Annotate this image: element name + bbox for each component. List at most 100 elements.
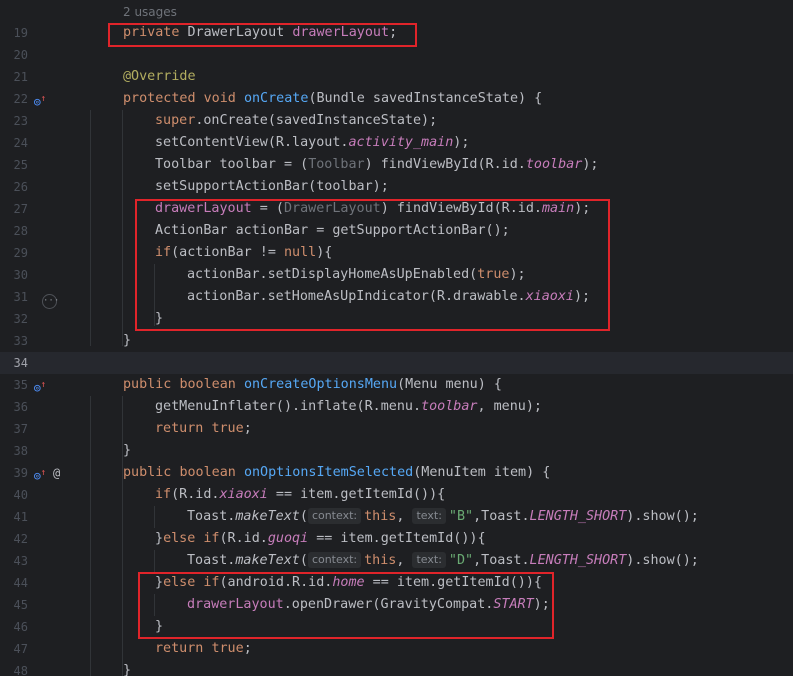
code-text[interactable]: setContentView(R.layout.activity_main); (155, 132, 793, 154)
line-number: 19 (13, 26, 28, 40)
code-text[interactable]: } (123, 330, 793, 352)
code-line[interactable]: 42 }else if(R.id.guoqi == item.getItemId… (0, 528, 793, 550)
code-part: , menu); (477, 399, 542, 414)
code-line[interactable]: 48 } (0, 660, 793, 676)
code-line[interactable]: 20 (0, 44, 793, 66)
field: activity_main (348, 135, 454, 150)
code-part: ); (453, 135, 470, 150)
param-hint: context: (307, 552, 362, 568)
code-text[interactable]: return true; (155, 638, 793, 660)
method-name: onCreate (243, 91, 309, 106)
override-icon[interactable]: ◎↑ (34, 462, 46, 484)
override-icon[interactable]: ◎↑ (34, 88, 46, 110)
static-method: makeText (235, 509, 300, 524)
code-text[interactable]: public boolean onOptionsItemSelected(Men… (123, 462, 793, 484)
annotation: @Override (123, 69, 196, 84)
code-text[interactable]: return true; (155, 418, 793, 440)
code-text[interactable]: Toast.makeText(context: this, text: "D",To… (187, 550, 793, 572)
method-name: onOptionsItemSelected (243, 465, 414, 480)
line-number: 29 (13, 246, 28, 260)
code-part: ( (299, 553, 308, 568)
line-number: 32 (13, 312, 28, 326)
line-number: 28 (13, 224, 28, 238)
keyword: public (123, 465, 172, 480)
code-part: Toolbar toolbar = ( (155, 157, 309, 172)
usages-hint[interactable]: 2 usages (123, 2, 177, 22)
code-editor[interactable]: 2 usages 19 private DrawerLayout drawerL… (0, 0, 793, 676)
keyword: boolean (179, 465, 236, 480)
code-part: Toast. (187, 553, 236, 568)
line-number: 47 (13, 642, 28, 656)
code-line[interactable]: 22 ◎↑ protected void onCreate(Bundle sav… (0, 88, 793, 110)
code-line[interactable]: 36 getMenuInflater().inflate(R.menu.tool… (0, 396, 793, 418)
static-method: makeText (235, 553, 300, 568)
keyword: return (155, 421, 204, 436)
code-text[interactable]: super.onCreate(savedInstanceState); (155, 110, 793, 132)
code-line[interactable]: 33 } (0, 330, 793, 352)
code-part: ; (243, 421, 252, 436)
code-part: ,Toast. (473, 553, 530, 568)
code-line[interactable]: 38 } (0, 440, 793, 462)
code-text[interactable]: if(R.id.xiaoxi == item.getItemId()){ (155, 484, 793, 506)
field: toolbar (525, 157, 583, 172)
code-line[interactable]: 43 Toast.makeText(context: this, text: "D"… (0, 550, 793, 572)
keyword: true (211, 421, 244, 436)
line-number: 39 (13, 466, 28, 480)
code-line[interactable]: 47 return true; (0, 638, 793, 660)
highlight-box-drawer-setup (135, 199, 610, 331)
code-part: == item.getItemId()){ (308, 531, 486, 546)
line-number: 34 (13, 356, 28, 370)
string-literal: "D" (448, 553, 474, 568)
line-number: 37 (13, 422, 28, 436)
static-field: LENGTH_SHORT (529, 509, 627, 524)
code-part: (R.id. (219, 531, 268, 546)
code-text[interactable]: setSupportActionBar(toolbar); (155, 176, 793, 198)
code-text[interactable]: getMenuInflater().inflate(R.menu.toolbar… (155, 396, 793, 418)
code-text[interactable]: }else if(R.id.guoqi == item.getItemId())… (155, 528, 793, 550)
highlight-box-home-handler (138, 572, 554, 639)
line-number: 20 (13, 48, 28, 62)
line-number: 43 (13, 554, 28, 568)
line-number: 25 (13, 158, 28, 172)
code-line[interactable]: 23 super.onCreate(savedInstanceState); (0, 110, 793, 132)
line-number: 46 (13, 620, 28, 634)
line-number: 21 (13, 70, 28, 84)
line-number: 23 (13, 114, 28, 128)
code-line[interactable]: 39 ◎↑ @ public boolean onOptionsItemSele… (0, 462, 793, 484)
string-literal: "B" (448, 509, 474, 524)
code-part: getMenuInflater().inflate(R.menu. (155, 399, 422, 414)
field: toolbar (421, 399, 478, 414)
code-rest: .onCreate(savedInstanceState); (195, 113, 438, 128)
override-icon[interactable]: ◎↑ (34, 374, 46, 396)
code-part: ); (582, 157, 599, 172)
keyword: if (155, 487, 172, 502)
code-text[interactable]: public boolean onCreateOptionsMenu(Menu … (123, 374, 793, 396)
code-line[interactable]: 21 @Override (0, 66, 793, 88)
redundant-cast: Toolbar (308, 157, 365, 172)
code-text[interactable]: } (123, 660, 793, 676)
code-part: ( (299, 509, 308, 524)
code-text[interactable]: Toast.makeText(context: this, text: "B",To… (187, 506, 793, 528)
current-line[interactable]: 34 (0, 352, 793, 374)
code-line[interactable]: 40 if(R.id.xiaoxi == item.getItemId()){ (0, 484, 793, 506)
static-field: LENGTH_SHORT (529, 553, 627, 568)
code-line[interactable]: 25 Toolbar toolbar = (Toolbar) findViewB… (0, 154, 793, 176)
highlight-box-field-declaration (108, 23, 417, 47)
line-number: 44 (13, 576, 28, 590)
keyword: void (203, 91, 236, 106)
code-text[interactable]: @Override (123, 66, 793, 88)
line-number: 48 (13, 664, 28, 676)
keyword: true (211, 641, 244, 656)
code-text[interactable]: } (123, 440, 793, 462)
code-text[interactable]: Toolbar toolbar = (Toolbar) findViewById… (155, 154, 793, 176)
code-line[interactable]: 24 setContentView(R.layout.activity_main… (0, 132, 793, 154)
field: guoqi (267, 531, 309, 546)
code-text[interactable]: protected void onCreate(Bundle savedInst… (123, 88, 793, 110)
code-line[interactable]: 37 return true; (0, 418, 793, 440)
code-line[interactable]: 26 setSupportActionBar(toolbar); (0, 176, 793, 198)
code-line[interactable]: 35 ◎↑ public boolean onCreateOptionsMenu… (0, 374, 793, 396)
code-part: , (396, 553, 405, 568)
at-annotation-icon[interactable]: @ (53, 462, 60, 484)
code-line[interactable]: 41 Toast.makeText(context: this, text: "B"… (0, 506, 793, 528)
line-number: 42 (13, 532, 28, 546)
